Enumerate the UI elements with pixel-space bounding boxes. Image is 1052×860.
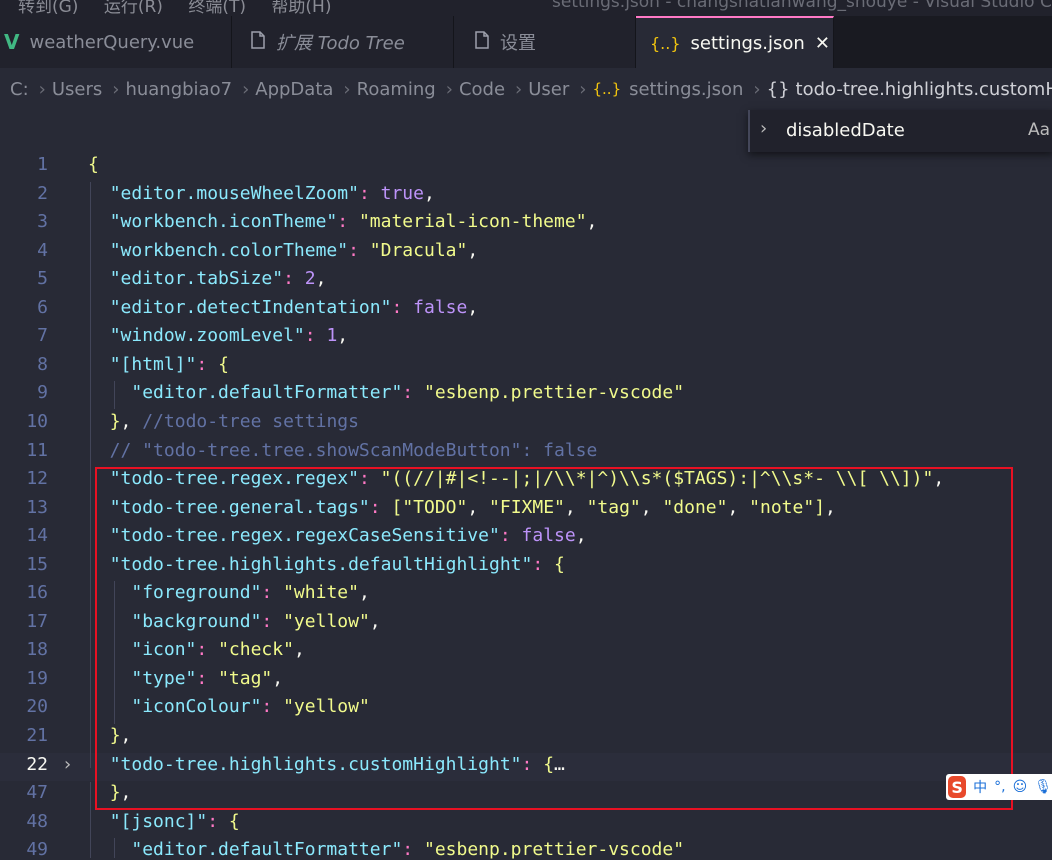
line-number: 9 — [37, 382, 48, 404]
window-title: settings.json - changshatianwang_shouye … — [552, 0, 1052, 12]
chevron-right-icon: › — [343, 78, 351, 100]
code-line[interactable]: "[jsonc]": { — [88, 811, 240, 832]
line-number: 4 — [37, 239, 48, 261]
code-line[interactable]: }, //todo-tree settings — [88, 411, 359, 432]
line-number: 18 — [26, 639, 48, 661]
code-line[interactable]: "workbench.iconTheme": "material-icon-th… — [88, 211, 598, 232]
ime-language-toggle[interactable]: 中 — [973, 777, 987, 797]
breadcrumb-item[interactable]: C: — [0, 79, 29, 100]
breadcrumb-item[interactable]: huangbiao7 — [125, 79, 232, 100]
line-number: 47 — [26, 782, 48, 804]
line-number: 20 — [26, 696, 48, 718]
tab-label: weatherQuery.vue — [29, 31, 195, 53]
tab-settings-ui[interactable]: 设置 — [454, 16, 636, 68]
line-number: 21 — [26, 725, 48, 746]
code-line[interactable]: "editor.defaultFormatter": "esbenp.prett… — [88, 839, 684, 860]
breadcrumb-item[interactable]: AppData — [255, 79, 333, 100]
menu-help[interactable]: 帮助(H) — [271, 0, 331, 16]
file-icon — [250, 30, 266, 54]
code-line[interactable]: "editor.defaultFormatter": "esbenp.prett… — [88, 382, 684, 403]
braces-icon: {} — [766, 78, 790, 100]
breadcrumb-item[interactable]: Users — [52, 79, 102, 100]
line-number: 6 — [37, 296, 48, 318]
line-number: 12 — [26, 468, 48, 490]
code-line[interactable]: "editor.tabSize": 2, — [88, 268, 327, 289]
chevron-right-icon: › — [38, 78, 46, 100]
breadcrumb-item[interactable]: Roaming — [357, 79, 436, 100]
chevron-right-icon: › — [515, 78, 523, 100]
chevron-right-icon: › — [242, 78, 250, 100]
line-number: 8 — [37, 353, 48, 375]
menu-bar: 转到(G) 运行(R) 终端(T) 帮助(H) settings.json - … — [0, 0, 1052, 16]
tab-label: 设置 — [500, 33, 536, 54]
code-line[interactable]: "workbench.colorTheme": "Dracula", — [88, 240, 479, 261]
ime-toolbar: S 中 °, ☺ 🎙 — [946, 774, 1052, 800]
tab-weatherquery-vue[interactable]: V weatherQuery.vue — [0, 16, 232, 68]
json-icon: {..} — [592, 80, 622, 98]
menu-go[interactable]: 转到(G) — [18, 0, 78, 16]
find-input[interactable]: disabledDate — [786, 120, 905, 141]
line-number: 1 — [37, 154, 48, 175]
fold-chevron-right-icon[interactable]: › — [64, 754, 71, 775]
tab-settings-json[interactable]: {..} settings.json ✕ — [636, 16, 834, 68]
find-widget: › disabledDate Aa — [748, 110, 1052, 152]
editor-tab-bar: V weatherQuery.vue 扩展 Todo Tree 设置 {..} … — [0, 16, 1052, 68]
line-number: 7 — [37, 325, 48, 347]
breadcrumb: C: › Users › huangbiao7 › AppData › Roaming ›… — [0, 68, 1052, 110]
menu-items: 转到(G) 运行(R) 终端(T) 帮助(H) — [18, 0, 351, 16]
code-line[interactable]: "editor.detectIndentation": false, — [88, 297, 478, 318]
code-line[interactable]: "[html]": { — [88, 354, 229, 375]
line-number: 16 — [26, 582, 48, 604]
match-case-toggle[interactable]: Aa — [1028, 120, 1050, 140]
microphone-icon[interactable]: 🎙 — [1034, 779, 1052, 795]
menu-terminal[interactable]: 终端(T) — [188, 0, 246, 16]
ime-punctuation-toggle[interactable]: °, — [994, 779, 1005, 795]
sogou-logo-icon[interactable]: S — [948, 776, 967, 798]
breadcrumb-item[interactable]: Code — [459, 79, 505, 100]
tab-label: settings.json — [690, 32, 805, 54]
code-line[interactable]: "editor.mouseWheelZoom": true, — [88, 183, 435, 204]
vue-icon: V — [4, 30, 20, 54]
code-line[interactable]: // "todo-tree.tree.showScanModeButton": … — [88, 440, 598, 461]
line-number: 22 — [26, 753, 48, 775]
breadcrumb-item[interactable]: User — [528, 79, 569, 100]
code-line[interactable]: "window.zoomLevel": 1, — [88, 325, 348, 346]
menu-run[interactable]: 运行(R) — [104, 0, 163, 16]
line-number: 2 — [37, 182, 48, 204]
chevron-right-icon: › — [753, 78, 761, 100]
code-line[interactable]: { — [88, 154, 99, 175]
tab-label: 扩展 Todo Tree — [276, 33, 405, 54]
chevron-right-icon: › — [579, 78, 587, 100]
json-icon: {..} — [650, 33, 681, 53]
breadcrumb-item-current[interactable]: todo-tree.highlights.customHighlight — [796, 79, 1052, 100]
tab-extension-todo-tree[interactable]: 扩展 Todo Tree — [232, 16, 454, 68]
line-number: 14 — [26, 525, 48, 547]
line-number: 15 — [26, 553, 48, 575]
chevron-right-icon: › — [112, 78, 120, 100]
line-number: 19 — [26, 667, 48, 689]
line-number: 48 — [26, 810, 48, 832]
line-number: 49 — [26, 839, 48, 860]
breadcrumb-item[interactable]: settings.json — [629, 79, 743, 100]
line-number: 10 — [26, 410, 48, 432]
line-number: 11 — [26, 439, 48, 461]
emoji-icon[interactable]: ☺ — [1013, 779, 1028, 795]
line-number: 17 — [26, 610, 48, 632]
line-number: 13 — [26, 496, 48, 518]
annotation-highlight-box — [95, 467, 1013, 810]
chevron-right-icon: › — [445, 78, 453, 100]
chevron-right-icon[interactable]: › — [760, 118, 767, 139]
close-icon[interactable]: ✕ — [815, 33, 830, 54]
line-number: 5 — [37, 268, 48, 290]
file-icon — [474, 30, 490, 54]
line-number: 3 — [37, 211, 48, 233]
